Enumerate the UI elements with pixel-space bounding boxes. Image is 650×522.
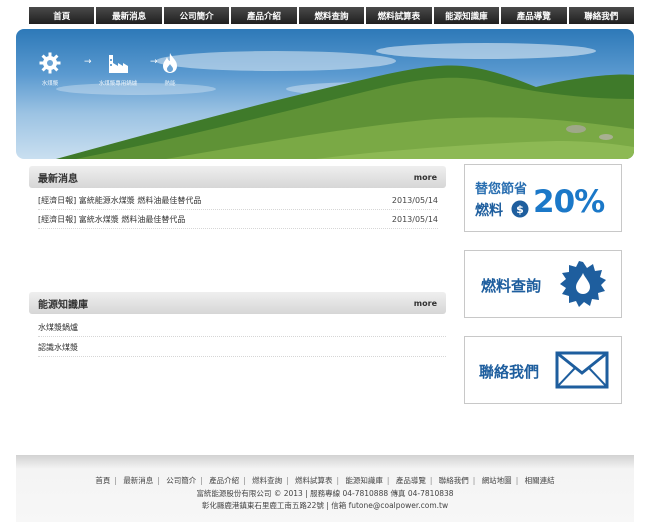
- flow-step-caption: 水煤漿專用鍋爐: [98, 81, 138, 87]
- news-item-title[interactable]: [經濟日報] 富統能源水煤漿 燃料油最佳替代品: [38, 195, 201, 206]
- news-panel-title: 最新消息: [38, 173, 78, 185]
- fuel-drop-badge-icon: [560, 261, 606, 307]
- savings-line2: 燃料: [475, 203, 503, 219]
- footer-link-knowledge[interactable]: 能源知識庫: [345, 476, 383, 485]
- footer-separator: |: [200, 476, 203, 485]
- flow-step-caption: 熱能: [164, 81, 176, 87]
- knowledge-item-title[interactable]: 認識水煤漿: [38, 342, 78, 353]
- factory-icon: [109, 55, 128, 73]
- footer-link-related[interactable]: 相關連結: [525, 476, 555, 485]
- nav-news[interactable]: 最新消息: [96, 7, 162, 24]
- news-item-date: 2013/05/14: [391, 214, 438, 224]
- fuel-savings-banner[interactable]: 替您節省 燃料 $ 20%: [464, 164, 622, 232]
- savings-percent: 20%: [533, 184, 605, 220]
- coin-icon: $: [511, 200, 529, 218]
- gear-icon: [39, 52, 61, 74]
- contact-us-label: 聯絡我們: [479, 363, 540, 381]
- footer-separator: |: [429, 476, 433, 485]
- flow-step-caption: 水煤漿: [41, 81, 59, 87]
- footer-links: 首頁 | 最新消息 | 公司簡介 | 產品介紹 | 燃料查詢 | 燃料試算表 | 能源知識庫…: [16, 475, 634, 486]
- knowledge-item-title[interactable]: 水煤漿鍋爐: [38, 322, 78, 333]
- nav-fuel-query[interactable]: 燃料查詢: [298, 7, 365, 24]
- footer-link-about[interactable]: 公司簡介: [166, 476, 196, 485]
- nav-about[interactable]: 公司簡介: [163, 7, 230, 24]
- footer-address: 彰化縣鹿港鎮東石里鹿工南五路22號 | 信箱 futone@coalpower.…: [201, 501, 449, 510]
- footer-company-info: 富統能源股份有限公司 © 2013 | 服務專線 04-7810888 傳真 0…: [196, 489, 454, 498]
- footer-link-news[interactable]: 最新消息: [123, 476, 153, 485]
- news-more-link[interactable]: more: [414, 173, 437, 182]
- knowledge-panel-header: 能源知識庫 more: [29, 292, 446, 314]
- footer-link-fuel-query[interactable]: 燃料查詢: [252, 476, 282, 485]
- svg-text:$: $: [516, 203, 524, 216]
- news-panel-header: 最新消息 more: [29, 166, 446, 188]
- flow-step-boiler: 水煤漿專用鍋爐: [94, 51, 142, 87]
- flow-step-slurry: 水煤漿: [26, 51, 74, 87]
- knowledge-item[interactable]: 認識水煤漿: [38, 338, 446, 357]
- footer-separator: |: [114, 476, 117, 485]
- mountain-landscape-image: [56, 43, 634, 159]
- news-item[interactable]: [經濟日報] 富統能源水煤漿 燃料油最佳替代品 2013/05/14: [38, 191, 438, 210]
- news-item-date: 2013/05/14: [391, 195, 438, 205]
- nav-product-tour[interactable]: 產品導覽: [501, 7, 567, 24]
- footer-link-home[interactable]: 首頁: [95, 476, 110, 485]
- contact-us-banner[interactable]: 聯絡我們: [464, 336, 622, 404]
- footer-link-contact[interactable]: 聯絡我們: [439, 476, 469, 485]
- news-item[interactable]: [經濟日報] 富統水煤漿 燃料油最佳替代品 2013/05/14: [38, 210, 438, 229]
- footer-link-fuel-calculator[interactable]: 燃料試算表: [295, 476, 333, 485]
- knowledge-more-link[interactable]: more: [414, 299, 437, 308]
- footer-separator: |: [243, 476, 246, 485]
- footer-separator: |: [515, 476, 519, 485]
- footer-separator: |: [157, 476, 160, 485]
- nav-home[interactable]: 首頁: [29, 7, 95, 24]
- envelope-icon: [555, 351, 609, 389]
- fuel-query-label: 燃料查詢: [481, 277, 542, 295]
- main-nav: 首頁 最新消息 公司簡介 產品介紹 燃料查詢 燃料試算表 能源知識庫 產品導覽 …: [29, 7, 634, 24]
- footer-separator: |: [336, 476, 340, 485]
- fuel-query-banner[interactable]: 燃料查詢: [464, 250, 622, 318]
- nav-fuel-calculator[interactable]: 燃料試算表: [366, 7, 432, 24]
- footer-link-product-tour[interactable]: 產品導覽: [396, 476, 426, 485]
- nav-knowledge[interactable]: 能源知識庫: [433, 7, 500, 24]
- flow-step-heat: 熱能: [146, 51, 194, 87]
- hero-banner: 水煤漿 → 水煤漿專用鍋爐 → 熱能: [16, 29, 634, 159]
- site-footer: 首頁 | 最新消息 | 公司簡介 | 產品介紹 | 燃料查詢 | 燃料試算表 | 能源知識庫…: [16, 455, 634, 522]
- footer-link-sitemap[interactable]: 網站地圖: [482, 476, 512, 485]
- nav-products[interactable]: 產品介紹: [231, 7, 297, 24]
- knowledge-panel-title: 能源知識庫: [38, 299, 88, 311]
- knowledge-item[interactable]: 水煤漿鍋爐: [38, 318, 446, 337]
- footer-separator: |: [286, 476, 289, 485]
- nav-contact[interactable]: 聯絡我們: [568, 7, 634, 24]
- flame-icon: [163, 53, 177, 73]
- savings-line1: 替您節省: [475, 182, 528, 197]
- footer-separator: |: [386, 476, 390, 485]
- footer-link-products[interactable]: 產品介紹: [209, 476, 239, 485]
- arrow-right-icon: →: [84, 57, 92, 67]
- footer-separator: |: [472, 476, 476, 485]
- news-item-title[interactable]: [經濟日報] 富統水煤漿 燃料油最佳替代品: [38, 214, 185, 225]
